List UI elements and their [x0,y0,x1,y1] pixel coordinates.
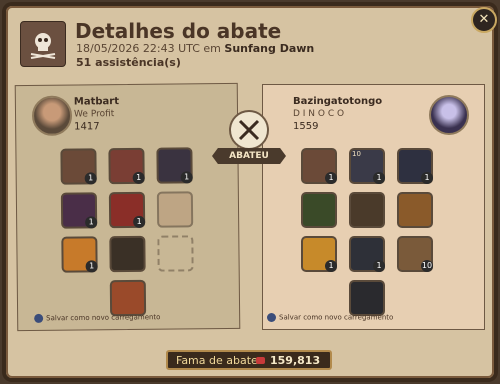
page-title: Detalhes do abate [75,19,282,43]
quality-badge: 1 [85,216,98,229]
killer-slot-food[interactable]: 1 [61,236,98,273]
killer-slot-off-hand[interactable] [156,191,194,228]
quality-badge: 1 [85,260,98,273]
killer-save-loadout[interactable]: Salvar como novo carregamento [34,313,160,323]
assists-label: assistência(s) [95,56,181,69]
victim-item-power: 1559 [293,121,319,132]
quality-badge: 1 [180,171,193,184]
crossed-swords-icon [229,110,269,150]
victim-slot-bag[interactable]: 1 [301,148,337,184]
empty-potion-slot [157,235,194,272]
quality-badge: 1 [373,172,385,184]
kill-datetime: 18/05/2026 22:43 UTC em [76,42,221,55]
victim-avatar[interactable] [429,95,469,135]
assists-count: 51 [76,56,92,69]
victim-slot-potion[interactable]: 10 [397,236,433,272]
killer-card: Matbart We Profit 1417 1 1 1 1 1 1 Salva… [14,82,241,332]
killer-item-power: 1417 [74,121,100,133]
killer-guild: We Profit [73,109,115,120]
loadout-icon [267,313,276,322]
kill-fame-bar: Fama de abate 159,813 [166,350,332,370]
quality-badge: 1 [325,260,337,272]
quality-badge: 1 [421,172,433,184]
victim-name[interactable]: Bazingatotongo [293,96,382,107]
killer-slot-shoes[interactable] [109,235,146,273]
killer-name[interactable]: Matbart [74,96,119,107]
fame-icon [256,357,265,364]
quality-badge: 1 [133,215,146,228]
victim-guild: D I N O C O [293,109,345,119]
quality-badge: 1 [132,171,145,184]
victim-slot-mount[interactable] [349,280,385,316]
victim-slot-main-hand[interactable] [301,192,337,228]
victim-slot-cape[interactable]: 1 [397,148,433,184]
killer-avatar[interactable] [31,95,73,136]
killer-slot-armor[interactable]: 1 [108,191,146,229]
abateu-label: ABATEU [212,148,286,164]
killer-slot-bag[interactable]: 1 [60,148,97,185]
kill-fame-label: Fama de abate [176,354,258,367]
close-icon[interactable]: ✕ [471,7,497,33]
save-loadout-label: Salvar como novo carregamento [46,313,161,323]
slot-level: 10 [352,150,361,158]
kill-datetime-zone: 18/05/2026 22:43 UTC em Sunfang Dawn [76,42,314,55]
victim-slot-armor[interactable] [349,192,385,228]
victim-save-loadout[interactable]: Salvar como novo carregamento [267,313,393,322]
assists: 51 assistência(s) [76,56,181,69]
victim-card: Bazingatotongo D I N O C O 1559 1 10 1 1 … [262,84,485,330]
victim-slot-shoes[interactable]: 1 [349,236,385,272]
skull-icon [20,21,66,67]
quality-badge: 10 [421,260,433,272]
killer-slot-cape[interactable]: 1 [156,147,193,184]
save-loadout-label: Salvar como novo carregamento [279,313,394,322]
kill-fame-value: 159,813 [270,354,321,367]
killer-slot-main-hand[interactable]: 1 [60,192,98,229]
kill-zone[interactable]: Sunfang Dawn [224,42,314,55]
killer-slot-mount[interactable] [109,279,147,317]
victim-slot-food[interactable]: 1 [301,236,337,272]
quality-badge: 1 [325,172,337,184]
killer-slot-head[interactable]: 1 [108,147,145,185]
victim-slot-off-hand[interactable] [397,192,433,228]
victim-slot-head[interactable]: 10 1 [349,148,385,184]
loadout-icon [34,313,44,323]
quality-badge: 1 [373,260,385,272]
quality-badge: 1 [84,172,97,185]
